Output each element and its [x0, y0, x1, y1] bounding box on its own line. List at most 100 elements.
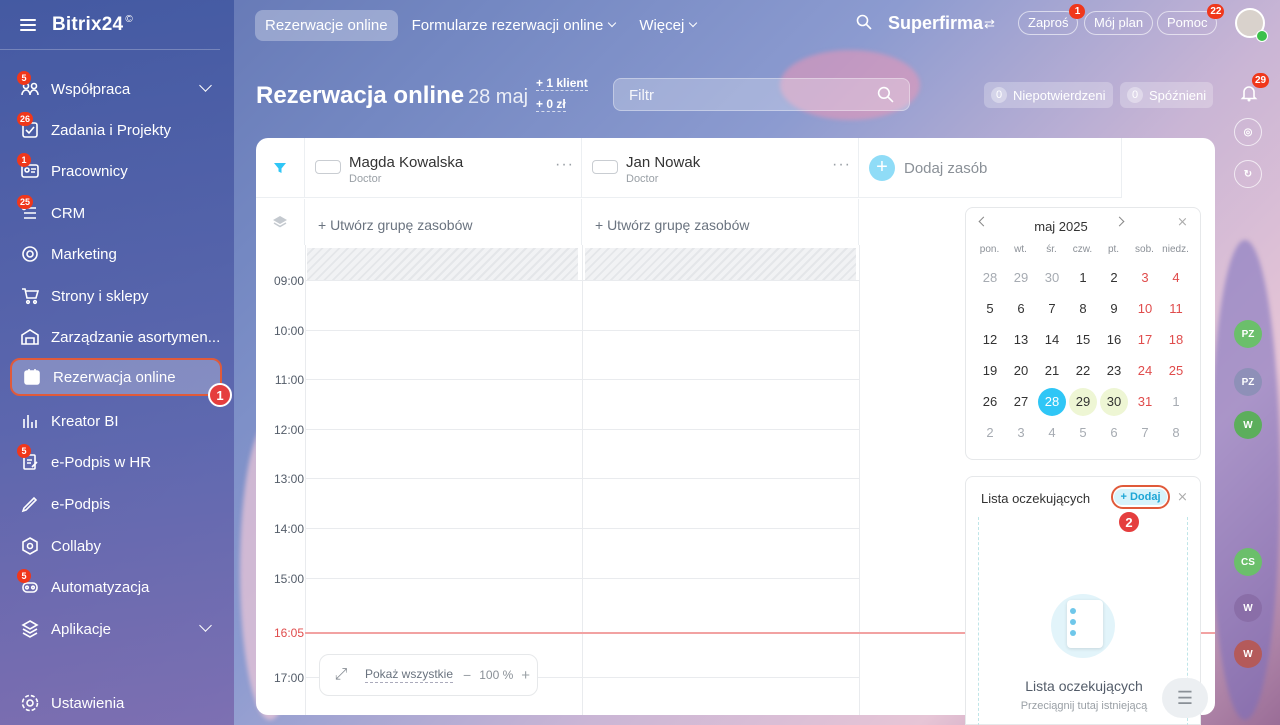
filter-input[interactable]: Filtr — [613, 78, 910, 111]
sidebar-item-zadania-i-projekty[interactable]: 26 Zadania i Projekty — [10, 111, 222, 149]
add-waiting-button[interactable]: + Dodaj — [1111, 485, 1170, 509]
calendar-day[interactable]: 1 — [1162, 388, 1190, 416]
sidebar-item-kreator-bi[interactable]: Kreator BI — [10, 402, 222, 440]
calendar-day[interactable]: 30 — [1100, 388, 1128, 416]
sidebar-item-crm[interactable]: 25 CRM — [10, 194, 222, 232]
sidebar-item-e-podpis-w-hr[interactable]: 5 e-Podpis w HR — [10, 443, 222, 481]
calendar-day[interactable]: 9 — [1100, 295, 1128, 323]
calendar-day[interactable]: 17 — [1131, 326, 1159, 354]
calendar-day[interactable]: 11 — [1162, 295, 1190, 323]
sidebar-item-aplikacje[interactable]: Aplikacje — [10, 610, 222, 648]
calendar-day[interactable]: 28 — [976, 264, 1004, 292]
calendar-day[interactable]: 3 — [1007, 419, 1035, 447]
calendar-day[interactable]: 7 — [1038, 295, 1066, 323]
company-name[interactable]: Superfirma — [888, 13, 983, 34]
collapse-icon[interactable]: ⨯ — [1177, 489, 1188, 505]
unconfirmed-counter[interactable]: 0 Niepotwierdzeni — [984, 82, 1113, 108]
avatar[interactable]: W — [1234, 594, 1262, 622]
avatar[interactable]: CS — [1234, 548, 1262, 576]
avatar[interactable]: W — [1234, 411, 1262, 439]
calendar-day[interactable]: 8 — [1162, 419, 1190, 447]
calendar-day[interactable]: 30 — [1038, 264, 1066, 292]
calendar-day[interactable]: 2 — [976, 419, 1004, 447]
stat-money[interactable]: + 0 zł — [536, 97, 566, 112]
calendar-day[interactable]: 12 — [976, 326, 1004, 354]
company-switch-icon[interactable]: ⇄ — [984, 16, 995, 32]
avatar[interactable]: PZ — [1234, 368, 1262, 396]
chevron-down-icon[interactable] — [199, 79, 212, 92]
create-group-button[interactable]: + Utwórz grupę zasobów — [582, 199, 859, 245]
list-menu-icon[interactable]: ☰ — [1162, 678, 1208, 718]
calendar-day[interactable]: 6 — [1100, 419, 1128, 447]
calendar-day[interactable]: 27 — [1007, 388, 1035, 416]
menu-icon[interactable] — [20, 18, 36, 31]
page-date[interactable]: 28 maj — [468, 86, 528, 109]
calendar-day[interactable]: 2 — [1100, 264, 1128, 292]
calendar-day[interactable]: 21 — [1038, 357, 1066, 385]
calendar-day[interactable]: 10 — [1131, 295, 1159, 323]
calendar-day[interactable]: 19 — [976, 357, 1004, 385]
sidebar-item-settings[interactable]: Ustawienia — [10, 684, 222, 722]
calendar-day[interactable]: 13 — [1007, 326, 1035, 354]
resource-column-header[interactable]: Magda Kowalska Doctor ··· — [305, 138, 582, 198]
sidebar-item-collaby[interactable]: Collaby — [10, 527, 222, 565]
zoom-in-button[interactable]: + — [521, 667, 530, 684]
avatar[interactable]: W — [1234, 640, 1262, 668]
calendar-day[interactable]: 20 — [1007, 357, 1035, 385]
sidebar-item-strony-i-sklepy[interactable]: Strony i sklepy — [10, 277, 222, 315]
calendar-day[interactable]: 29 — [1007, 264, 1035, 292]
calendar-day[interactable]: 28 — [1038, 388, 1066, 416]
my-plan-button[interactable]: Mój plan — [1084, 11, 1154, 35]
filter-icon[interactable] — [273, 161, 287, 175]
late-counter[interactable]: 0 Spóźnieni — [1120, 82, 1214, 108]
calendar-month[interactable]: maj 2025 — [966, 219, 1156, 234]
expand-icon[interactable]: ⤢ — [320, 666, 362, 684]
activity-icon[interactable]: ◎ — [1234, 118, 1262, 146]
help-button[interactable]: Pomoc 22 — [1157, 4, 1225, 35]
calendar-day[interactable]: 8 — [1069, 295, 1097, 323]
calendar-day[interactable]: 23 — [1100, 357, 1128, 385]
resource-column-header[interactable]: Jan Nowak Doctor ··· — [582, 138, 859, 198]
chevron-down-icon[interactable] — [199, 619, 212, 632]
calendar-day[interactable]: 25 — [1162, 357, 1190, 385]
sidebar-item-współpraca[interactable]: 5 Współpraca — [10, 70, 222, 108]
calendar-day[interactable]: 7 — [1131, 419, 1159, 447]
more-icon[interactable]: ··· — [832, 156, 851, 174]
calendar-day[interactable]: 1 — [1069, 264, 1097, 292]
calendar-day[interactable]: 5 — [1069, 419, 1097, 447]
calendar-day[interactable]: 15 — [1069, 326, 1097, 354]
create-group-button[interactable]: + Utwórz grupę zasobów — [305, 199, 582, 245]
calendar-day[interactable]: 24 — [1131, 357, 1159, 385]
calendar-day[interactable]: 31 — [1131, 388, 1159, 416]
more-icon[interactable]: ··· — [555, 156, 574, 174]
collapse-icon[interactable]: ⨯ — [1177, 214, 1188, 230]
add-resource-button[interactable]: + Dodaj zasób — [859, 138, 1122, 198]
avatar[interactable]: PZ — [1234, 320, 1262, 348]
layers-icon[interactable] — [272, 215, 288, 229]
tab-bookings[interactable]: Rezerwacje online — [255, 9, 398, 41]
calendar-day[interactable]: 3 — [1131, 264, 1159, 292]
invite-button[interactable]: Zaproś 1 — [1018, 4, 1086, 35]
calendar-day[interactable]: 16 — [1100, 326, 1128, 354]
calendar-day[interactable]: 6 — [1007, 295, 1035, 323]
sidebar-item-marketing[interactable]: Marketing — [10, 235, 222, 273]
zoom-out-button[interactable]: − — [463, 667, 471, 683]
sidebar-item-pracownicy[interactable]: 1 Pracownicy — [10, 152, 222, 190]
chat-icon[interactable]: ↻ — [1234, 160, 1262, 188]
calendar-day[interactable]: 4 — [1162, 264, 1190, 292]
sidebar-item-rezerwacja-online[interactable]: Rezerwacja online — [10, 358, 222, 396]
calendar-day[interactable]: 14 — [1038, 326, 1066, 354]
sidebar-item-e-podpis[interactable]: e-Podpis — [10, 485, 222, 523]
calendar-day[interactable]: 29 — [1069, 388, 1097, 416]
logo[interactable]: Bitrix24 © — [52, 14, 133, 36]
stat-clients[interactable]: + 1 klient — [536, 76, 588, 91]
calendar-day[interactable]: 22 — [1069, 357, 1097, 385]
show-all-button[interactable]: Pokaż wszystkie — [365, 667, 454, 683]
search-icon[interactable] — [856, 14, 872, 30]
tab-booking-forms[interactable]: Formularze rezerwacji online — [402, 10, 626, 41]
calendar-day[interactable]: 26 — [976, 388, 1004, 416]
sidebar-item-zarządzanie-asortymen[interactable]: Zarządzanie asortymen... — [10, 318, 222, 356]
search-icon[interactable] — [877, 86, 894, 103]
tab-more[interactable]: Więcej — [629, 10, 706, 41]
calendar-day[interactable]: 4 — [1038, 419, 1066, 447]
